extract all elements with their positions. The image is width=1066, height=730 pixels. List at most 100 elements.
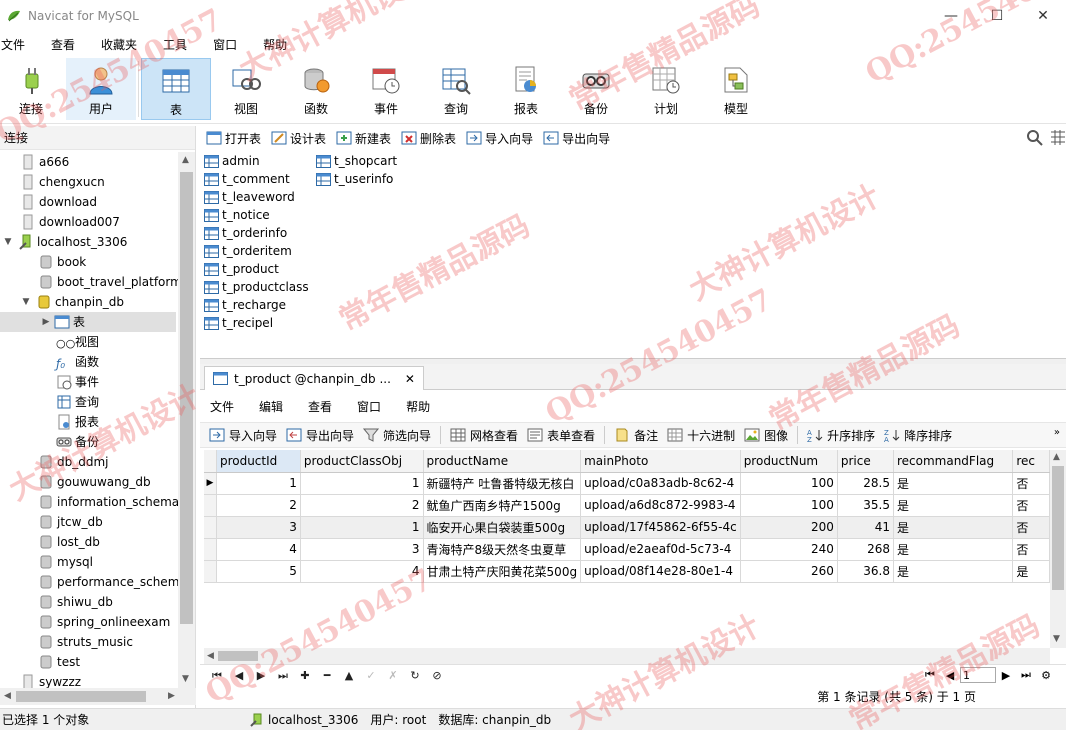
table-cell[interactable]: 100: [740, 472, 838, 495]
query-button[interactable]: 查询: [421, 58, 491, 120]
settings-icon[interactable]: ⚙: [1036, 669, 1056, 682]
form-view-button[interactable]: 表单查看: [527, 427, 595, 444]
image-button[interactable]: 图像: [744, 427, 788, 444]
scrollbar-thumb[interactable]: [1052, 466, 1064, 590]
tree-node-database[interactable]: boot_travel_platform: [38, 272, 178, 292]
tree-node-database[interactable]: db_ddmj: [38, 452, 109, 472]
table-cell[interactable]: 240: [740, 538, 838, 561]
tree-node-tables[interactable]: ▶ 表: [0, 312, 176, 332]
column-header[interactable]: price: [837, 450, 894, 473]
page-number-input[interactable]: [960, 667, 996, 683]
table-item[interactable]: t_recharge: [204, 296, 286, 314]
table-cell[interactable]: 是: [893, 494, 1014, 517]
table-item[interactable]: t_notice: [204, 206, 270, 224]
row-indicator[interactable]: [204, 538, 217, 561]
tab-t-product[interactable]: t_product @chanpin_db ... ✕: [204, 366, 424, 390]
delete-record-icon[interactable]: ━: [316, 669, 338, 682]
menu-window[interactable]: 窗口: [212, 36, 250, 53]
tree-node-reports[interactable]: 报表: [56, 412, 99, 432]
scroll-left-icon[interactable]: ◀: [207, 651, 214, 661]
toolbar-overflow-icon[interactable]: »: [1054, 427, 1060, 438]
table-item[interactable]: admin: [204, 152, 260, 170]
menu-file[interactable]: 文件: [0, 36, 38, 53]
column-header[interactable]: productClassObj: [300, 450, 424, 473]
grid-view-button[interactable]: 网格查看: [450, 427, 518, 444]
table-cell[interactable]: 4: [216, 538, 301, 561]
table-cell[interactable]: 3: [216, 516, 301, 539]
add-record-icon[interactable]: ✚: [294, 669, 316, 682]
row-indicator[interactable]: ▶: [204, 472, 217, 495]
editor-menu-help[interactable]: 帮助: [406, 398, 430, 415]
previous-page-icon[interactable]: ◀: [940, 669, 960, 682]
table-cell[interactable]: 是: [893, 516, 1014, 539]
tree-node-database[interactable]: jtcw_db: [38, 512, 103, 532]
tree-node-connection-open[interactable]: ▼ localhost_3306: [2, 232, 127, 252]
minimize-button[interactable]: —: [928, 0, 974, 32]
grid-view-icon[interactable]: [1050, 129, 1066, 147]
table-cell[interactable]: 新疆特产 吐鲁番特级无核白: [423, 472, 582, 495]
table-cell[interactable]: 36.8: [837, 560, 894, 583]
scroll-down-icon[interactable]: ▼: [1053, 634, 1060, 644]
table-cell[interactable]: 否: [1012, 494, 1050, 517]
table-cell[interactable]: 2: [216, 494, 301, 517]
hex-button[interactable]: 十六进制: [667, 427, 735, 444]
table-cell[interactable]: upload/c0a83adb-8c62-4: [580, 472, 741, 495]
editor-menu-view[interactable]: 查看: [308, 398, 332, 415]
tree-vertical-scrollbar[interactable]: ▲ ▼: [178, 152, 195, 688]
tree-node-database[interactable]: shiwu_db: [38, 592, 113, 612]
grid-vertical-scrollbar[interactable]: ▲ ▼: [1050, 450, 1066, 648]
tree-node-functions[interactable]: ƒ₀ 函数: [56, 352, 99, 372]
row-indicator[interactable]: [204, 516, 217, 539]
new-table-button[interactable]: 新建表: [336, 130, 391, 147]
table-cell[interactable]: 青海特产8级天然冬虫夏草: [423, 538, 582, 561]
table-cell[interactable]: 1: [216, 472, 301, 495]
tree-node-connection[interactable]: download007: [20, 212, 120, 232]
table-cell[interactable]: 否: [1012, 516, 1050, 539]
table-cell[interactable]: 否: [1012, 538, 1050, 561]
editor-menu-window[interactable]: 窗口: [357, 398, 381, 415]
menu-tools[interactable]: 工具: [162, 36, 200, 53]
table-item[interactable]: t_shopcart: [316, 152, 397, 170]
table-cell[interactable]: 1: [300, 516, 424, 539]
open-table-button[interactable]: 打开表: [206, 130, 261, 147]
table-cell[interactable]: 3: [300, 538, 424, 561]
scrollbar-thumb[interactable]: [180, 172, 193, 624]
table-row[interactable]: 5 4 甘肃土特产庆阳黄花菜500g upload/08f14e28-80e1-4 26…: [204, 560, 1050, 583]
table-cell[interactable]: 4: [300, 560, 424, 583]
table-item[interactable]: t_orderinfo: [204, 224, 287, 242]
table-cell[interactable]: upload/08f14e28-80e1-4: [580, 560, 741, 583]
tree-node-database-open[interactable]: ▼ chanpin_db: [20, 292, 124, 312]
collapse-icon[interactable]: ▼: [20, 292, 32, 312]
delete-table-button[interactable]: 删除表: [401, 130, 456, 147]
table-cell[interactable]: 是: [893, 538, 1014, 561]
grid-horizontal-scrollbar[interactable]: ◀: [204, 648, 1050, 664]
tree-node-database[interactable]: information_schema: [38, 492, 178, 512]
table-cell[interactable]: 是: [1012, 560, 1050, 583]
table-cell[interactable]: 甘肃土特产庆阳黄花菜500g: [423, 560, 582, 583]
table-cell[interactable]: 268: [837, 538, 894, 561]
table-cell[interactable]: 否: [1012, 472, 1050, 495]
table-row[interactable]: ▶ 1 1 新疆特产 吐鲁番特级无核白 upload/c0a83adb-8c62-4 10…: [204, 472, 1050, 495]
table-cell[interactable]: 临安开心果白袋装重500g: [423, 516, 582, 539]
tree-node-events[interactable]: 事件: [56, 372, 99, 392]
table-row[interactable]: 4 3 青海特产8级天然冬虫夏草 upload/e2aeaf0d-5c73-4 240 2…: [204, 538, 1050, 561]
column-header[interactable]: rec: [1012, 450, 1050, 473]
scroll-up-icon[interactable]: ▲: [182, 155, 189, 165]
table-item[interactable]: t_comment: [204, 170, 290, 188]
search-icon[interactable]: [1026, 129, 1044, 147]
tree-node-database[interactable]: mysql: [38, 552, 93, 572]
scroll-down-icon[interactable]: ▼: [182, 674, 189, 684]
table-cell[interactable]: 是: [893, 560, 1014, 583]
import-wizard-button[interactable]: 导入向导: [466, 130, 533, 147]
table-item[interactable]: t_userinfo: [316, 170, 393, 188]
scroll-right-icon[interactable]: ▶: [168, 691, 175, 701]
view-button[interactable]: 视图: [211, 58, 281, 120]
table-cell[interactable]: upload/e2aeaf0d-5c73-4: [580, 538, 741, 561]
sort-ascending-button[interactable]: AZ 升序排序: [807, 427, 875, 444]
table-cell[interactable]: 260: [740, 560, 838, 583]
refresh-icon[interactable]: ↻: [404, 669, 426, 682]
scroll-left-icon[interactable]: ◀: [4, 691, 11, 701]
export-wizard-button[interactable]: 导出向导: [543, 130, 610, 147]
close-tab-icon[interactable]: ✕: [405, 372, 415, 386]
grid-import-button[interactable]: 导入向导: [209, 427, 277, 444]
